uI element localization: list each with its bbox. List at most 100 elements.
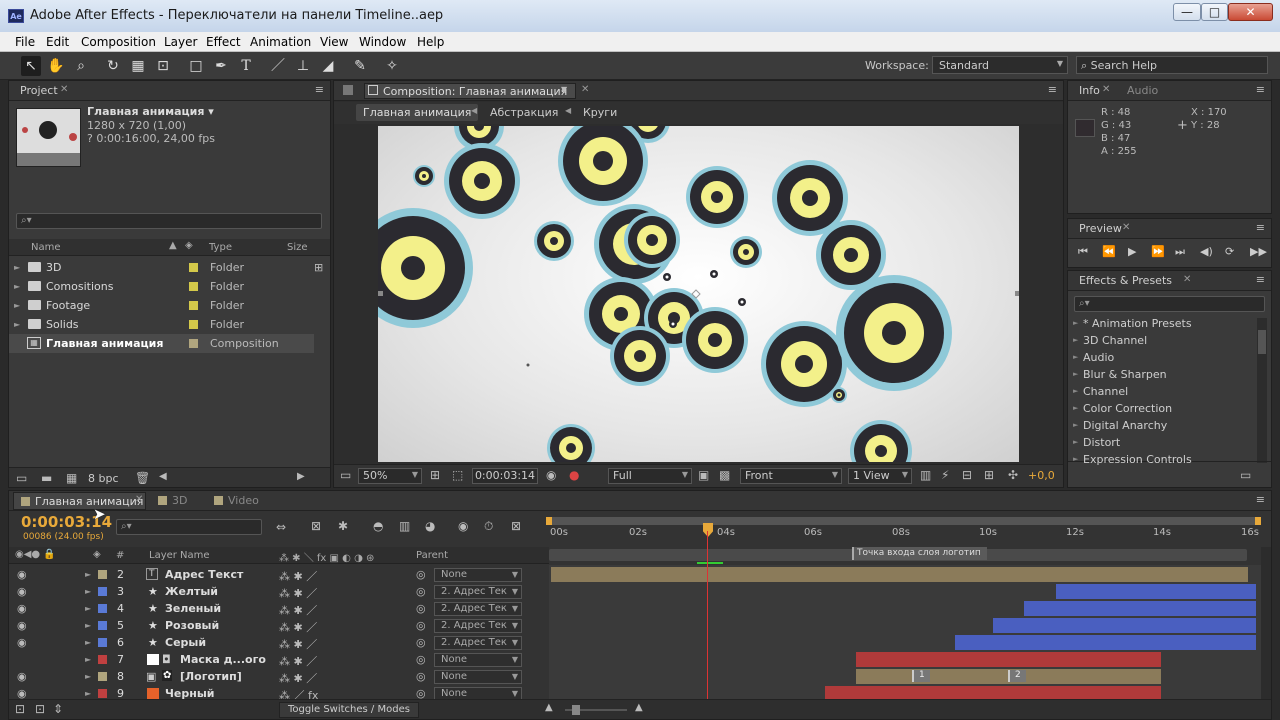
rotate-tool-icon[interactable]: ↻ [103, 56, 123, 76]
tab-3d[interactable]: 3D [172, 494, 187, 507]
layer-name[interactable]: Желтый [165, 585, 218, 598]
close-icon[interactable]: ✕ [581, 84, 589, 95]
effect-category[interactable]: * Animation Presets [1073, 317, 1192, 330]
chevron-down-icon[interactable]: ▼ [561, 85, 567, 94]
pick-whip-icon[interactable]: ◎ [416, 585, 426, 598]
new-folder-icon[interactable]: ▬ [41, 471, 52, 485]
safe-margins-icon[interactable]: ⊞ [430, 468, 440, 482]
layer-marker[interactable]: 1 [912, 670, 930, 682]
panel-menu-icon[interactable]: ≡ [1256, 273, 1265, 286]
menu-help[interactable]: Help [417, 35, 444, 49]
expand-triangle-icon[interactable]: ► [14, 263, 20, 272]
pick-whip-icon[interactable]: ◎ [416, 568, 426, 581]
composition-viewer[interactable] [378, 126, 1019, 462]
workspace-select[interactable]: Standard ▼ [932, 56, 1068, 74]
menu-edit[interactable]: Edit [46, 35, 69, 49]
brainstorm-icon[interactable]: ◉ [458, 519, 468, 533]
label-swatch[interactable] [98, 655, 107, 664]
layer-switches-icon[interactable]: ⁂ ✱ ／ [279, 619, 317, 635]
label-swatch[interactable] [189, 320, 198, 329]
brush-tool-icon[interactable]: ／ [268, 56, 288, 76]
layer-name[interactable]: Маска д...ого [180, 653, 266, 666]
shy-icon[interactable]: ◓ [373, 519, 383, 533]
new-preset-icon[interactable]: ▭ [1240, 468, 1251, 482]
layer-row[interactable]: ◉ ► 2 T Адрес Текст ⁂ ✱ ／ ◎ None [9, 566, 555, 583]
list-item[interactable]: ▦ Главная анимация Composition [9, 334, 314, 353]
panel-menu-icon[interactable]: ≡ [315, 83, 324, 96]
expand-triangle-icon[interactable]: ► [85, 638, 91, 647]
draft-3d-icon[interactable]: ✱ [338, 519, 348, 533]
camera-tool-icon[interactable]: ▦ [128, 56, 148, 76]
parent-select[interactable]: 2. Адрес Тек [434, 585, 522, 599]
layer-row[interactable]: ◉ ► 4 ★ Зеленый ⁂ ✱ ／ ◎ 2. Адрес Тек [9, 600, 555, 617]
layer-switches-icon[interactable]: ⁂ ✱ ／ [279, 636, 317, 652]
type-tool-icon[interactable]: T [236, 56, 256, 76]
layer-bar[interactable]: 1 2 [856, 669, 1161, 684]
pick-whip-icon[interactable]: ◎ [416, 670, 426, 683]
puppet-pin-tool-icon[interactable]: ✧ [382, 56, 402, 76]
loop-icon[interactable]: ⟳ [1225, 245, 1234, 258]
av-features-icon[interactable]: ◉◀● 🔒 [15, 549, 56, 560]
hand-tool-icon[interactable]: ✋ [46, 56, 66, 76]
layer-row[interactable]: ◉ ► 5 ★ Розовый ⁂ ✱ ／ ◎ 2. Адрес Тек [9, 617, 555, 634]
layer-bar[interactable] [856, 652, 1161, 667]
eye-icon[interactable]: ◉ [17, 619, 27, 632]
label-swatch[interactable] [98, 587, 107, 596]
comp-name[interactable]: Главная анимация ▾ [87, 105, 214, 118]
effects-search-input[interactable]: ⌕▾ [1074, 296, 1265, 312]
next-frame-icon[interactable]: ⏩ [1151, 245, 1165, 258]
selection-tool-icon[interactable]: ↖ [21, 56, 41, 76]
resolution-select[interactable]: Full ▼ [608, 468, 692, 484]
list-item[interactable]: ► 3D Folder [9, 258, 314, 277]
effect-category[interactable]: Blur & Sharpen [1073, 368, 1167, 381]
roto-brush-tool-icon[interactable]: ✎ [350, 56, 370, 76]
col-parent[interactable]: Parent [416, 550, 448, 561]
audio-icon[interactable]: ◀) [1200, 245, 1213, 258]
color-channels-icon[interactable]: ● [569, 468, 579, 482]
parent-select[interactable]: 2. Адрес Тек [434, 602, 522, 616]
label-swatch[interactable] [98, 638, 107, 647]
pan-behind-tool-icon[interactable]: ⊡ [153, 56, 173, 76]
label-swatch[interactable] [98, 621, 107, 630]
view-select[interactable]: Front ▼ [740, 468, 842, 484]
parent-select[interactable]: 2. Адрес Тек [434, 636, 522, 650]
layer-bar[interactable] [1056, 584, 1256, 599]
scroll-right-icon[interactable]: ▶ [297, 471, 305, 482]
close-icon[interactable]: ✕ [1183, 274, 1191, 285]
layer-name[interactable]: Розовый [165, 619, 219, 632]
pick-whip-icon[interactable]: ◎ [416, 602, 426, 615]
rectangle-tool-icon[interactable]: □ [186, 56, 206, 76]
snapshot-icon[interactable]: ◉ [546, 468, 556, 482]
layer-name[interactable]: Зеленый [165, 602, 221, 615]
motion-blur-icon[interactable]: ◕ [425, 519, 435, 533]
tab-info[interactable]: Info [1079, 84, 1100, 97]
col-layer-name[interactable]: Layer Name [149, 550, 210, 561]
label-swatch[interactable] [98, 570, 107, 579]
search-help-field[interactable]: ⌕ Search Help [1076, 56, 1268, 74]
close-icon[interactable]: ✕ [60, 84, 68, 95]
previous-frame-icon[interactable]: ⏪ [1102, 245, 1116, 258]
layer-bar[interactable] [993, 618, 1256, 633]
zoom-select[interactable]: 50% ▼ [358, 468, 422, 484]
zoom-slider-thumb[interactable] [572, 705, 580, 715]
timeline-search-input[interactable]: ⌕▾ [116, 519, 262, 535]
viewer-timecode[interactable]: 0:00:03:14 [472, 468, 538, 484]
playhead-icon[interactable] [703, 523, 713, 537]
zoom-tool-icon[interactable]: ⌕ [71, 56, 91, 76]
layer-row[interactable]: ◉ ► 3 ★ Желтый ⁂ ✱ ／ ◎ 2. Адрес Тек [9, 583, 555, 600]
clone-stamp-tool-icon[interactable]: ⊥ [293, 56, 313, 76]
expand-triangle-icon[interactable]: ► [85, 672, 91, 681]
layer-bar[interactable] [955, 635, 1256, 650]
expand-triangle-icon[interactable]: ► [85, 621, 91, 630]
expand-triangle-icon[interactable]: ► [85, 604, 91, 613]
breadcrumb-item[interactable]: Абстракция [490, 106, 558, 119]
parent-select[interactable]: None [434, 670, 522, 684]
play-icon[interactable]: ▶ [1128, 245, 1136, 258]
expand-triangle-icon[interactable]: ► [85, 570, 91, 579]
effect-category[interactable]: Color Correction [1073, 402, 1172, 415]
menu-view[interactable]: View [320, 35, 348, 49]
fast-previews-icon[interactable]: ⚡ [941, 468, 949, 482]
parent-select[interactable]: 2. Адрес Тек [434, 619, 522, 633]
label-swatch[interactable] [189, 339, 198, 348]
menu-layer[interactable]: Layer [164, 35, 197, 49]
